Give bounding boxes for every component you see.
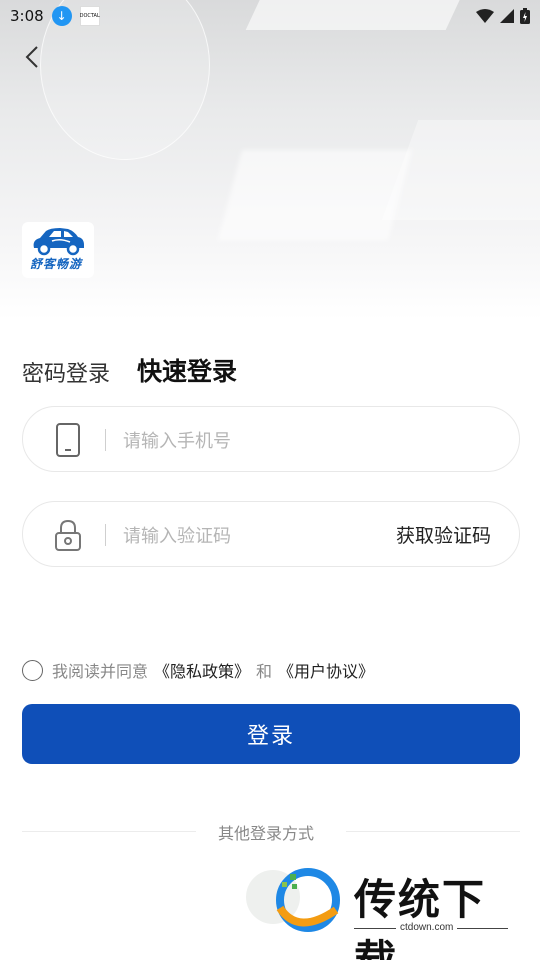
app-logo: 舒客畅游 (22, 222, 94, 278)
verification-code-field[interactable]: 请输入验证码 获取验证码 (22, 501, 520, 567)
user-agreement-link[interactable]: 《用户协议》 (278, 658, 374, 682)
login-button[interactable]: 登录 (22, 704, 520, 764)
tab-password-login[interactable]: 密码登录 (22, 356, 110, 388)
phone-icon (56, 423, 80, 457)
status-icons (476, 8, 530, 24)
signal-icon (500, 9, 514, 23)
field-divider (105, 429, 106, 451)
status-bar: 3:08 ↓ DOCTAL (0, 0, 540, 32)
notification-app-icon: DOCTAL (80, 6, 100, 26)
chevron-left-icon (25, 46, 38, 68)
agreement-row: 我阅读并同意 《隐私政策》 和 《用户协议》 (22, 658, 380, 682)
get-code-button[interactable]: 获取验证码 (396, 521, 491, 548)
field-divider (105, 524, 106, 546)
other-login-label: 其他登录方式 (218, 826, 315, 843)
watermark-title: 传统下载 (354, 876, 487, 960)
agreement-checkbox[interactable] (22, 659, 43, 681)
watermark: 传统下载 ctdown.com (268, 862, 518, 960)
privacy-policy-link[interactable]: 《隐私政策》 (154, 658, 250, 682)
divider-line (22, 831, 196, 832)
decor-shape (217, 150, 413, 240)
status-time: 3:08 (10, 7, 44, 25)
phone-input-placeholder: 请输入手机号 (123, 431, 231, 451)
watermark-url: ctdown.com (396, 922, 458, 933)
divider-line (346, 831, 520, 832)
agreement-and: 和 (256, 664, 273, 681)
other-login-divider: 其他登录方式 (22, 820, 520, 843)
watermark-logo-icon (276, 868, 340, 932)
agreement-prefix: 我阅读并同意 (52, 664, 149, 681)
logo-text: 舒客畅游 (30, 257, 83, 271)
phone-field[interactable]: 请输入手机号 (22, 406, 520, 472)
tab-quick-login[interactable]: 快速登录 (137, 352, 237, 388)
wifi-icon (476, 9, 494, 23)
car-icon (33, 228, 84, 256)
decor-shape (381, 120, 540, 220)
download-icon: ↓ (51, 6, 72, 26)
code-input-placeholder: 请输入验证码 (123, 526, 231, 546)
back-button[interactable] (18, 42, 46, 72)
battery-icon (520, 8, 530, 24)
lock-icon (55, 519, 81, 551)
